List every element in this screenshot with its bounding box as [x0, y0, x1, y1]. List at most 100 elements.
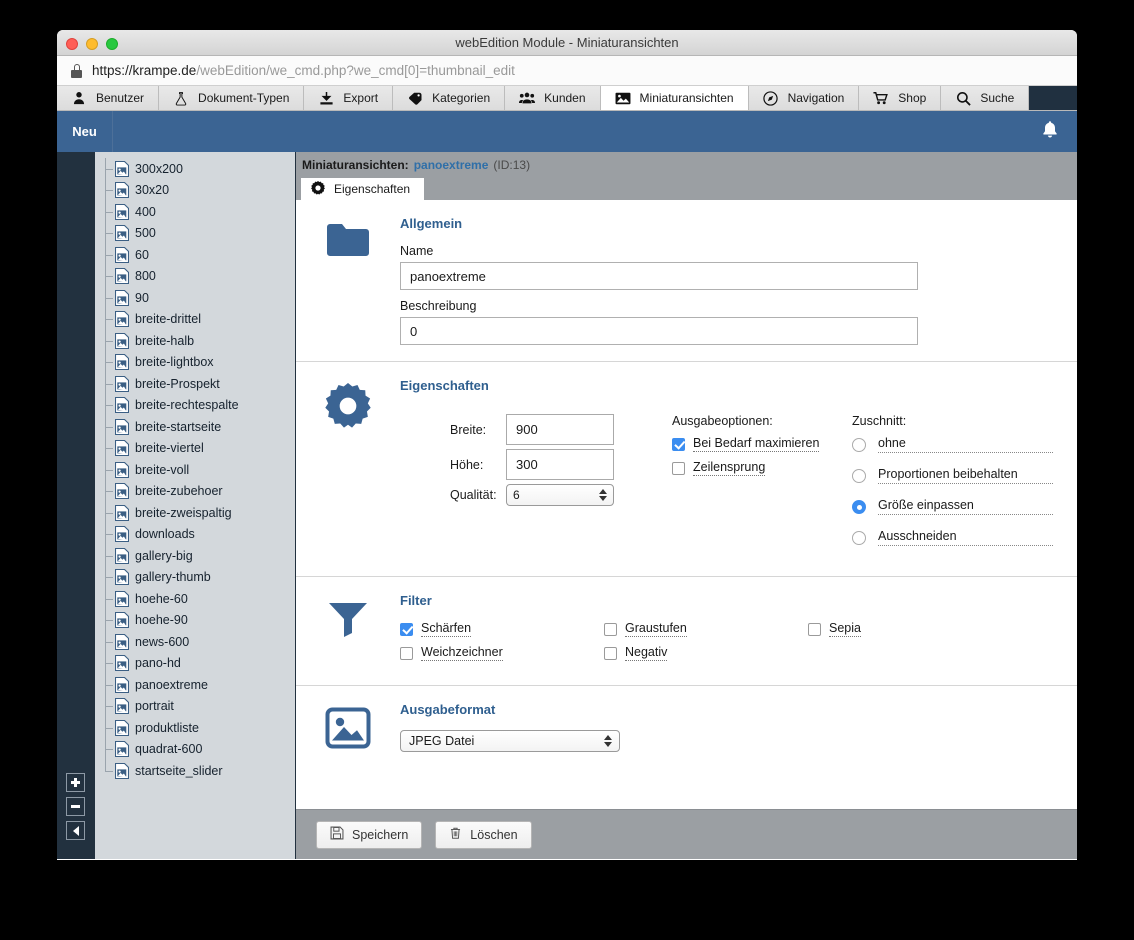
radio-icon[interactable] [852, 437, 866, 452]
filter-negativ[interactable]: Negativ [604, 645, 808, 661]
ausgabeformat-select[interactable]: JPEG Datei [400, 730, 620, 752]
tab-kunden[interactable]: Kunden [505, 86, 601, 110]
tab-kategorien[interactable]: Kategorien [393, 86, 506, 110]
tree-item[interactable]: pano-hd [95, 652, 295, 675]
tree-item[interactable]: 500 [95, 222, 295, 245]
address-bar[interactable]: https://krampe.de/webEdition/we_cmd.php?… [57, 56, 1077, 86]
filter-weichzeichner[interactable]: Weichzeichner [400, 645, 604, 661]
qualitaet-select[interactable]: 6 [506, 484, 614, 506]
tree-item[interactable]: breite-startseite [95, 416, 295, 438]
checkbox-icon[interactable] [400, 646, 413, 660]
minimize-button[interactable] [86, 38, 98, 50]
tab-navigation[interactable]: Navigation [748, 86, 860, 110]
tree-item[interactable]: gallery-thumb [95, 566, 295, 589]
zoom-button[interactable] [106, 38, 118, 50]
tree-item[interactable]: gallery-big [95, 545, 295, 567]
tree-item[interactable]: hoehe-90 [95, 609, 295, 632]
screenshot-root: webEdition Module - Miniaturansichten ht… [0, 0, 1134, 940]
tab-dokument-typen[interactable]: Dokument-Typen [159, 86, 305, 110]
bell-icon[interactable] [1041, 120, 1059, 144]
tab-eigenschaften[interactable]: Eigenschaften [301, 178, 425, 200]
name-input[interactable]: panoextreme [400, 262, 918, 290]
checkbox-icon[interactable] [604, 622, 617, 636]
tree-item[interactable]: breite-halb [95, 330, 295, 352]
tab-miniaturansichten[interactable]: Miniaturansichten [600, 86, 749, 110]
checkbox-icon[interactable] [672, 461, 685, 475]
properties-grid: Breite: 900 Höhe: 300 Qualität: 6 Ausgab… [400, 406, 1053, 560]
tree-item[interactable]: breite-drittel [95, 308, 295, 331]
thumbnail-file-icon [114, 354, 130, 371]
main-panel: Miniaturansichten: panoextreme (ID:13) E… [296, 152, 1077, 859]
tree-item[interactable]: news-600 [95, 631, 295, 653]
close-button[interactable] [66, 38, 78, 50]
tab-export[interactable]: Export [304, 86, 394, 110]
tree-item[interactable]: 800 [95, 265, 295, 288]
hoehe-input[interactable]: 300 [506, 449, 614, 480]
crop-groesse-einpassen[interactable]: Größe einpassen [852, 498, 1053, 515]
tree-add-button[interactable] [66, 773, 85, 792]
tree-item[interactable]: breite-rechtespalte [95, 394, 295, 417]
tree-item[interactable]: breite-voll [95, 459, 295, 481]
tree-item[interactable]: 300x200 [95, 158, 295, 180]
filter-label: Negativ [625, 645, 668, 661]
checkbox-icon[interactable] [604, 646, 617, 660]
tree-item[interactable]: 400 [95, 201, 295, 223]
tree-item-label: news-600 [135, 634, 190, 649]
download-icon [318, 90, 334, 106]
checkbox-icon[interactable] [400, 622, 413, 636]
ausgabeoptionen-label: Ausgabeoptionen: [672, 414, 773, 428]
module-tabbar: Benutzer Dokument-Typen Export Kategorie… [57, 86, 1077, 111]
breite-input[interactable]: 900 [506, 414, 614, 445]
tree-item[interactable]: breite-zubehoer [95, 480, 295, 503]
tree-item[interactable]: portrait [95, 695, 295, 718]
tree-item[interactable]: startseite_slider [95, 760, 295, 782]
delete-button[interactable]: Löschen [435, 820, 532, 849]
allgemein-body: Allgemein Name panoextreme Beschreibung … [400, 216, 1077, 345]
tab-benutzer[interactable]: Benutzer [57, 86, 160, 110]
tab-shop[interactable]: Shop [859, 86, 942, 110]
window-title: webEdition Module - Miniaturansichten [455, 35, 679, 50]
filter-sepia[interactable]: Sepia [808, 621, 978, 637]
tree-item[interactable]: breite-Prospekt [95, 373, 295, 395]
tree-item[interactable]: quadrat-600 [95, 738, 295, 761]
radio-icon[interactable] [852, 468, 866, 483]
option-zeilensprung[interactable]: Zeilensprung [672, 460, 852, 476]
tree-item[interactable]: hoehe-60 [95, 588, 295, 610]
tree-item[interactable]: breite-lightbox [95, 351, 295, 374]
browser-window: webEdition Module - Miniaturansichten ht… [57, 30, 1077, 860]
action-bar: Neu [57, 111, 1077, 152]
new-button[interactable]: Neu [57, 111, 113, 152]
filter-schaerfen[interactable]: Schärfen [400, 621, 604, 637]
crop-proportionen[interactable]: Proportionen beibehalten [852, 467, 1053, 484]
thumbnail-file-icon [114, 719, 130, 736]
option-maximieren[interactable]: Bei Bedarf maximieren [672, 436, 852, 452]
tree-item[interactable]: panoextreme [95, 674, 295, 696]
tree-item-label: 60 [135, 247, 149, 262]
tree-item[interactable]: breite-viertel [95, 437, 295, 460]
crop-ausschneiden[interactable]: Ausschneiden [852, 529, 1053, 546]
tree-item[interactable]: downloads [95, 523, 295, 546]
save-button[interactable]: Speichern [316, 820, 423, 849]
funnel-icon [296, 593, 400, 669]
users-icon [519, 90, 536, 106]
checkbox-icon[interactable] [808, 622, 821, 636]
tree-item[interactable]: 90 [95, 287, 295, 309]
tree-item[interactable]: breite-zweispaltig [95, 502, 295, 524]
tree-collapse-button[interactable] [66, 821, 85, 840]
tab-suche[interactable]: Suche [941, 86, 1030, 110]
thumbnail-file-icon [114, 418, 130, 435]
section-eigenschaften: Eigenschaften Breite: 900 Höhe: 300 Qual… [296, 362, 1077, 577]
beschreibung-input[interactable]: 0 [400, 317, 918, 345]
compass-icon [763, 90, 779, 106]
tree-item[interactable]: produktliste [95, 717, 295, 739]
checkbox-icon[interactable] [672, 437, 685, 451]
crop-ohne[interactable]: ohne [852, 436, 1053, 453]
radio-icon[interactable] [852, 499, 866, 514]
tree-item[interactable]: 60 [95, 244, 295, 266]
filter-graustufen[interactable]: Graustufen [604, 621, 808, 637]
thumbnail-tree[interactable]: 300x200 30x20 400 500 60 800 90 breite-drittel b… [95, 152, 296, 859]
tree-item[interactable]: 30x20 [95, 179, 295, 202]
stepper-arrows-icon [599, 489, 607, 501]
tree-remove-button[interactable] [66, 797, 85, 816]
radio-icon[interactable] [852, 530, 866, 545]
